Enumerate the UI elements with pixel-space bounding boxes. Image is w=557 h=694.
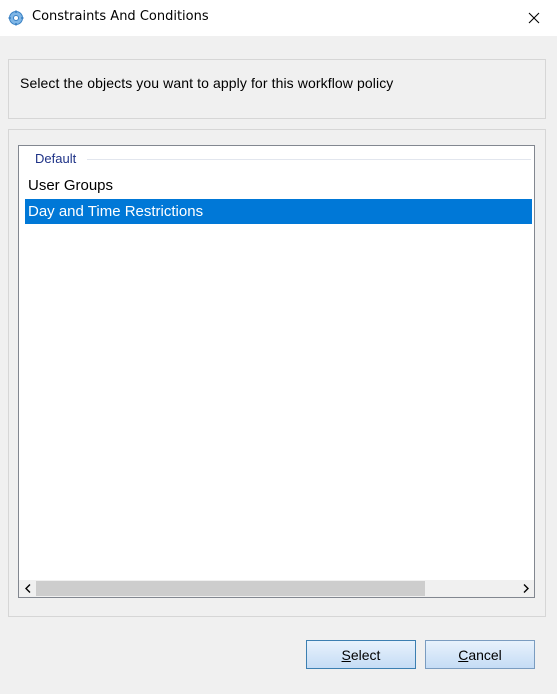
cancel-button[interactable]: Cancel <box>425 640 535 669</box>
group-label: Default <box>35 151 77 166</box>
cancel-button-mnemonic: C <box>458 646 469 663</box>
title-bar: Constraints And Conditions <box>0 0 557 36</box>
select-button-mnemonic: S <box>341 646 351 663</box>
group-divider <box>87 159 531 160</box>
instruction-panel: Select the objects you want to apply for… <box>8 59 546 119</box>
objects-listbox[interactable]: Default User Groups Day and Time Restric… <box>18 145 535 598</box>
chevron-right-icon <box>523 584 529 593</box>
gear-icon <box>8 10 24 26</box>
close-button[interactable] <box>511 0 557 36</box>
instruction-text: Select the objects you want to apply for… <box>20 75 394 91</box>
cancel-button-label: ancel <box>468 646 502 663</box>
scroll-right-button[interactable] <box>517 580 534 597</box>
scroll-thumb[interactable] <box>36 581 425 596</box>
window-title: Constraints And Conditions <box>32 9 209 24</box>
chevron-left-icon <box>24 584 30 593</box>
close-icon <box>528 12 540 24</box>
scroll-left-button[interactable] <box>19 580 36 597</box>
list-panel: Default User Groups Day and Time Restric… <box>8 129 546 617</box>
list-item-day-and-time-restrictions[interactable]: Day and Time Restrictions <box>25 199 532 224</box>
horizontal-scrollbar[interactable] <box>19 580 534 597</box>
list-item-user-groups[interactable]: User Groups <box>25 173 532 198</box>
select-button-label: elect <box>350 646 381 663</box>
select-button[interactable]: Select <box>306 640 416 669</box>
group-header: Default <box>19 150 534 168</box>
